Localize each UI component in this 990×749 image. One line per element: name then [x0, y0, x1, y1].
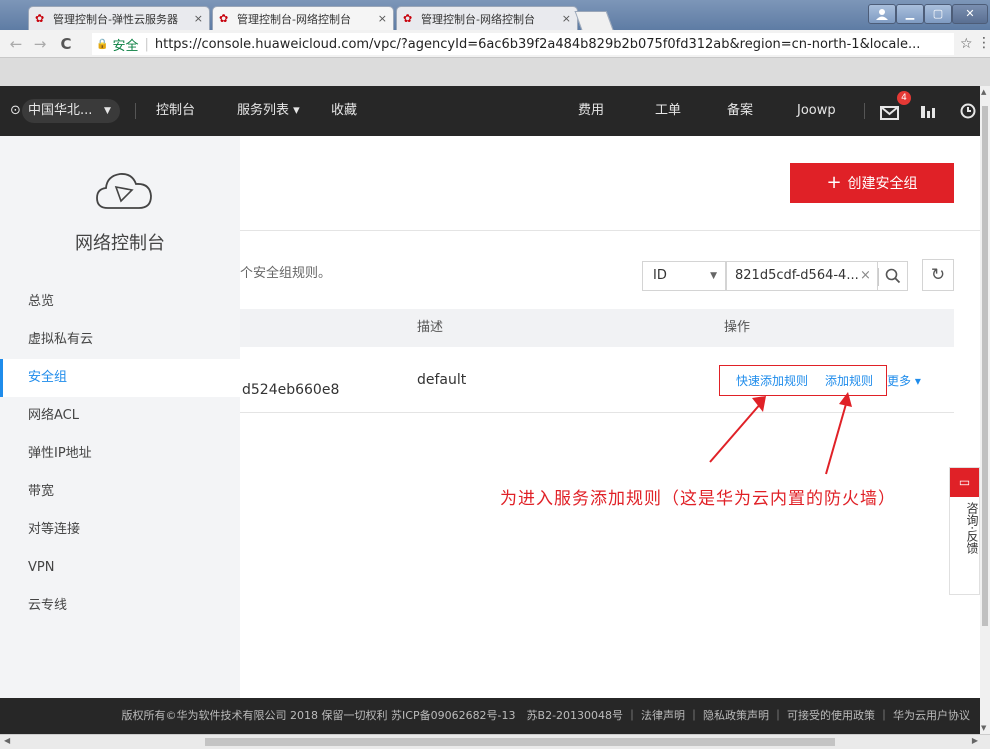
nav-fees[interactable]: 费用 [578, 86, 604, 136]
chat-icon: ▭ [950, 468, 979, 497]
sidebar-item-eip[interactable]: 弹性IP地址 [0, 435, 240, 473]
person-icon [876, 9, 888, 20]
nav-user[interactable]: Joowp [797, 86, 836, 136]
scroll-left-icon[interactable]: ◀ [4, 736, 10, 745]
minimize-button[interactable]: ▁ [896, 4, 924, 24]
annotation-text: 为进入服务添加规则（这是华为云内置的防火墙） [500, 489, 896, 509]
sidebar-item-direct-connect[interactable]: 云专线 [0, 587, 240, 625]
nav-divider [135, 103, 136, 119]
tab-close-icon[interactable]: × [562, 12, 571, 25]
table-header: 描述 操作 [240, 309, 954, 347]
browser-tab-network-active[interactable]: ✿ 管理控制台-网络控制台 × [212, 6, 394, 30]
add-rule-link[interactable]: 添加规则 [825, 372, 873, 389]
nav-icp[interactable]: 备案 [727, 86, 753, 136]
scroll-up-icon[interactable]: ▲ [981, 88, 986, 96]
feedback-label: 咨询·反馈 [965, 502, 979, 554]
new-tab-button[interactable] [574, 11, 614, 30]
horizontal-scrollbar[interactable]: ◀ ▶ [0, 734, 990, 749]
tab-label: 管理控制台-弹性云服务器 [53, 12, 178, 26]
cell-description: default [417, 372, 467, 388]
sidebar-item-peering[interactable]: 对等连接 [0, 511, 240, 549]
reload-button[interactable]: C [56, 34, 76, 54]
refresh-button[interactable]: ↻ [922, 259, 954, 291]
tab-close-icon[interactable]: × [194, 12, 203, 25]
column-header-ops: 操作 [724, 320, 751, 335]
search-button[interactable] [878, 261, 908, 291]
scroll-down-icon[interactable]: ▼ [981, 724, 986, 732]
sidebar-item-vpc[interactable]: 虚拟私有云 [0, 321, 240, 359]
create-button-label: 创建安全组 [847, 176, 918, 192]
scroll-right-icon[interactable]: ▶ [972, 736, 978, 745]
clear-icon[interactable]: × [860, 262, 876, 290]
browser-tab-network[interactable]: ✿ 管理控制台-网络控制台 × [396, 6, 578, 30]
plus-icon: + [826, 172, 842, 193]
create-security-group-button[interactable]: + 创建安全组 [790, 163, 954, 203]
huawei-logo-icon: ✿ [219, 11, 229, 25]
scrollbar-thumb[interactable] [982, 106, 988, 626]
quick-add-rule-link[interactable]: 快速添加规则 [736, 372, 808, 389]
secure-label: 安全 [112, 38, 139, 54]
filter-field-value: ID [653, 268, 667, 283]
nav-divider [864, 103, 865, 119]
region-icon: ⊙ [10, 103, 21, 118]
filter-value-input[interactable]: 821d5cdf-d564-4... [726, 261, 878, 291]
annotation-arrows [709, 392, 852, 475]
feedback-widget[interactable]: ▭ 咨询·反馈 [949, 467, 980, 595]
top-navbar: ⊙ 中国华北... ▼ 控制台 服务列表 ▾ 收藏 费用 工单 备案 Joowp… [0, 86, 980, 136]
chevron-down-icon: ▼ [710, 271, 717, 281]
url-input[interactable]: 🔒 安全 | https://console.huaweicloud.com/v… [92, 33, 954, 55]
nav-tickets[interactable]: 工单 [655, 86, 681, 136]
tab-label: 管理控制台-网络控制台 [421, 12, 535, 26]
tab-close-icon[interactable]: × [378, 12, 387, 25]
nav-service-list[interactable]: 服务列表 ▾ [237, 86, 300, 136]
browser-tab-ecs[interactable]: ✿ 管理控制台-弹性云服务器 × [28, 6, 210, 30]
omnibox-divider: | [144, 36, 149, 52]
huawei-logo-icon: ✿ [35, 11, 45, 25]
browser-menu-icon[interactable]: ⋮ [977, 35, 990, 51]
huawei-logo-icon: ✿ [403, 11, 413, 25]
sidebar-item-network-acl[interactable]: 网络ACL [0, 397, 240, 435]
cloud-icon [96, 173, 152, 209]
vertical-scrollbar[interactable]: ▲ ▼ [980, 86, 990, 734]
nav-console[interactable]: 控制台 [156, 86, 195, 136]
sidebar-item-security-group[interactable]: 安全组 [0, 359, 240, 397]
tab-label: 管理控制台-网络控制台 [237, 12, 351, 26]
address-bar: ← → C 🔒 安全 | https://console.huaweicloud… [0, 30, 990, 58]
search-divider [878, 268, 879, 286]
close-window-button[interactable]: ✕ [952, 4, 988, 24]
user-profile-button[interactable] [868, 4, 896, 24]
sidebar-item-overview[interactable]: 总览 [0, 283, 240, 321]
rules-description: 个安全组规则。 [240, 266, 332, 281]
lock-icon: 🔒 [96, 38, 109, 50]
column-header-desc: 描述 [417, 320, 444, 335]
message-count-badge: 4 [897, 91, 911, 105]
sidebar-title: 网络控制台 [75, 233, 165, 254]
refresh-icon: ↻ [930, 265, 946, 285]
filter-field-select[interactable]: ID ▼ [642, 261, 726, 291]
footer: 版权所有©华为软件技术有限公司 2018 保留一切权利 苏ICP备0906268… [0, 698, 980, 734]
clock-icon[interactable] [960, 86, 976, 141]
back-button[interactable]: ← [6, 34, 26, 54]
chart-icon[interactable] [920, 86, 936, 141]
sidebar-item-bandwidth[interactable]: 带宽 [0, 473, 240, 511]
nav-favorites[interactable]: 收藏 [331, 86, 357, 136]
search-icon [885, 268, 901, 284]
chevron-down-icon: ▼ [104, 106, 111, 116]
region-label[interactable]: 中国华北... [28, 86, 92, 136]
maximize-button[interactable]: ▢ [924, 4, 952, 24]
cell-id: d524eb660e8 [242, 382, 340, 398]
more-actions-link[interactable]: 更多 ▾ [887, 372, 921, 389]
bookmark-star-icon[interactable]: ☆ [960, 36, 973, 52]
url-text: https://console.huaweicloud.com/vpc/?age… [154, 36, 921, 52]
forward-button[interactable]: → [30, 34, 50, 54]
scrollbar-thumb[interactable] [205, 738, 835, 746]
sidebar-item-vpn[interactable]: VPN [0, 549, 240, 587]
